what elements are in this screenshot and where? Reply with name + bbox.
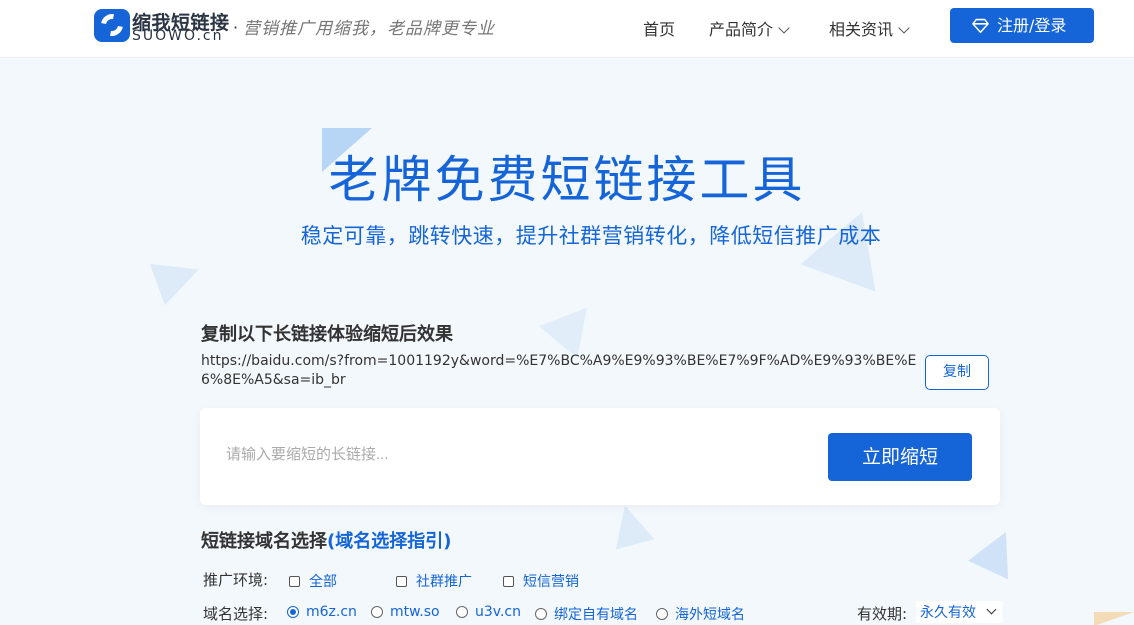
shortener-panel: 立即缩短 [200,408,1000,505]
checkbox[interactable] [289,575,300,587]
domain-select-label: 域名选择: [203,605,269,623]
validity-value: 永久有效 [920,605,976,621]
brand-domain[interactable]: SUOWO.cn [132,28,223,44]
radio-selected[interactable] [287,606,299,618]
domain-option-u3v[interactable]: u3v.cn [456,604,521,620]
hero-title: 老牌免费短链接工具 [328,151,806,209]
checkbox[interactable] [396,575,407,587]
nav-home-label: 首页 [643,20,676,39]
validity-select[interactable]: 永久有效 [916,601,1002,623]
radio[interactable] [535,608,547,620]
domain-option-label: m6z.cn [306,604,357,620]
radio[interactable] [371,606,383,618]
radio[interactable] [456,606,468,618]
login-register-label: 注册/登录 [997,16,1067,35]
paper-plane-decoration [1094,612,1134,625]
env-option-label: 全部 [309,574,337,590]
domain-option-label: u3v.cn [475,604,521,620]
brand-logo-icon[interactable] [94,9,130,42]
domain-option-mtw[interactable]: mtw.so [371,604,440,620]
domain-option-custom[interactable]: 绑定自有域名 [535,604,638,624]
diamond-icon [972,18,989,34]
nav-news[interactable]: 相关资讯 [829,16,910,40]
env-label: 推广环境: [203,571,269,589]
brand-slogan: 营销推广用缩我，老品牌更专业 [243,19,495,39]
paper-plane-decoration [538,291,607,359]
nav-products[interactable]: 产品简介 [709,16,790,40]
checkbox[interactable] [503,575,514,587]
shorten-button[interactable]: 立即缩短 [828,433,972,481]
env-option-label: 社群推广 [416,574,472,590]
env-option-all[interactable]: 全部 [289,571,337,591]
hero-subtitle: 稳定可靠，跳转快速，提升社群营销转化，降低短信推广成本 [300,224,882,248]
long-url-input[interactable] [226,440,786,468]
copy-button[interactable]: 复制 [925,355,989,390]
domain-title-text: 短链接域名选择 [201,531,327,552]
top-header: 缩我短链接 SUOWO.cn · 营销推广用缩我，老品牌更专业 首页 产品简介 … [0,0,1134,58]
radio[interactable] [656,608,668,620]
domain-option-overseas[interactable]: 海外短域名 [656,604,745,624]
domain-option-label: 绑定自有域名 [554,607,638,623]
domain-guide-link[interactable]: (域名选择指引) [327,531,451,552]
demo-section-title: 复制以下长链接体验缩短后效果 [201,324,453,345]
env-option-sms[interactable]: 短信营销 [503,571,579,591]
domain-section-title: 短链接域名选择(域名选择指引) [201,527,451,553]
chevron-down-icon [986,604,997,614]
demo-long-url: https://baidu.com/s?from=1001192y&word=%… [201,353,917,388]
chevron-down-icon [778,22,790,34]
paper-plane-decoration [968,522,1026,580]
paper-plane-decoration [149,248,207,306]
env-option-label: 短信营销 [523,574,579,590]
chevron-down-icon [898,22,910,34]
nav-news-label: 相关资讯 [829,20,894,39]
login-register-button[interactable]: 注册/登录 [950,8,1094,43]
nav-products-label: 产品简介 [709,20,774,39]
domain-option-label: mtw.so [390,604,440,620]
domain-option-label: 海外短域名 [675,607,745,623]
validity-label: 有效期: [857,605,908,623]
env-option-community[interactable]: 社群推广 [396,571,472,591]
domain-option-m6z[interactable]: m6z.cn [287,604,357,620]
brand-separator: · [233,18,239,37]
nav-home[interactable]: 首页 [643,16,675,40]
paper-plane-decoration [605,500,655,550]
